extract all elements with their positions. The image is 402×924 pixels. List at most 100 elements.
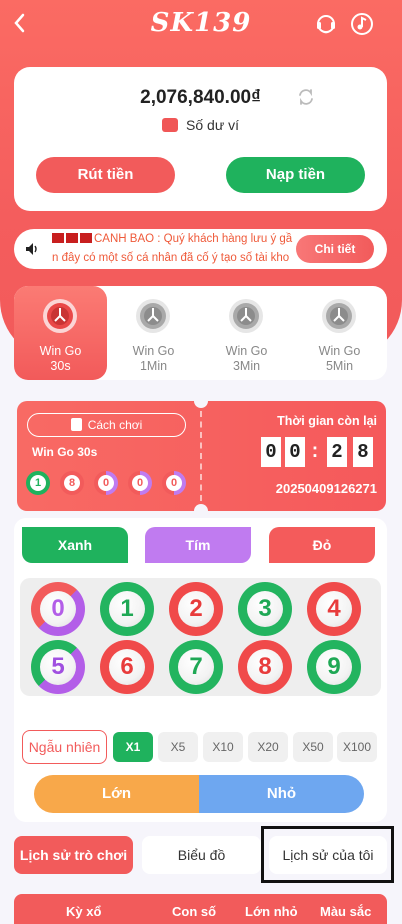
notice-detail-button[interactable]: Chi tiết: [296, 235, 374, 263]
customer-service-icon[interactable]: [314, 12, 338, 36]
book-icon: [70, 418, 82, 431]
multiplier-x1[interactable]: X1: [113, 732, 153, 762]
column-big-small: Lớn nhỏ: [245, 904, 298, 919]
mode-sublabel: 5Min: [325, 359, 354, 373]
wallet-label-text: Số dư ví: [186, 117, 239, 133]
clock-icon: [135, 298, 171, 334]
notice-line-2: n đây có một số cá nhân đã cố ý tạo số t…: [52, 252, 290, 264]
flag-icon: [52, 233, 64, 243]
bet-panel: Xanh Tím Đỏ 0 1 2 3 4 5 6 7 8 9 Ngẫu nhi…: [14, 518, 387, 822]
ticket-notch-top: [194, 394, 208, 408]
game-name: Win Go 30s: [32, 445, 98, 459]
bet-violet-button[interactable]: Tím: [145, 527, 251, 563]
mode-sublabel: 3Min: [232, 359, 261, 373]
clock-icon: [42, 298, 78, 334]
bet-small-button[interactable]: Nhỏ: [199, 775, 364, 813]
number-ball-8[interactable]: 8: [238, 640, 292, 694]
clock-icon: [321, 298, 357, 334]
tab-chart[interactable]: Biểu đồ: [142, 836, 261, 874]
deposit-button[interactable]: Nạp tiền: [226, 157, 365, 193]
music-icon[interactable]: [350, 12, 374, 36]
multiplier-x50[interactable]: X50: [293, 732, 333, 762]
column-color: Màu sắc: [320, 904, 372, 919]
number-label: 1: [120, 595, 134, 622]
wallet-icon: [162, 118, 179, 132]
number-label: 4: [327, 595, 341, 622]
notice-line-1: CANH BAO : Quý khách hàng lưu ý gầ: [94, 233, 293, 245]
mode-label: Win Go: [39, 344, 82, 358]
how-to-play-button[interactable]: Cách chơi: [27, 413, 186, 437]
number-label: 0: [51, 595, 65, 622]
result-ball: 1: [26, 471, 50, 495]
notice-bar: CANH BAO : Quý khách hàng lưu ý gầ n đây…: [14, 229, 387, 269]
number-ball-6[interactable]: 6: [100, 640, 154, 694]
mode-label: Win Go: [225, 344, 268, 358]
mode-tab-3min[interactable]: Win Go 3Min: [200, 286, 293, 380]
period-id: 20250409126271: [275, 481, 377, 496]
number-ball-5[interactable]: 5: [31, 640, 85, 694]
result-number: 0: [98, 475, 114, 491]
multiplier-x100[interactable]: X100: [337, 732, 377, 762]
number-ball-1[interactable]: 1: [100, 582, 154, 636]
mode-label: Win Go: [132, 344, 175, 358]
result-ball: 0: [94, 471, 118, 495]
multiplier-x20[interactable]: X20: [248, 732, 288, 762]
wallet-label: Số dư ví: [14, 117, 387, 133]
refresh-icon[interactable]: [296, 87, 316, 107]
app-logo: SK139: [150, 8, 252, 38]
result-number: 1: [30, 475, 46, 491]
game-ticket: Cách chơi Win Go 30s 1 8 0 0 0 Thời gian…: [17, 394, 386, 518]
number-ball-9[interactable]: 9: [307, 640, 361, 694]
result-number: 0: [132, 475, 148, 491]
number-ball-0[interactable]: 0: [31, 582, 85, 636]
timer-digit: 0: [261, 437, 281, 467]
clock-icon: [228, 298, 264, 334]
mode-tab-5min[interactable]: Win Go 5Min: [293, 286, 386, 380]
tab-highlight-box: [261, 826, 394, 883]
result-ball: 8: [60, 471, 84, 495]
top-bar: SK139: [0, 0, 402, 48]
flag-icon: [66, 233, 78, 243]
bet-red-button[interactable]: Đỏ: [269, 527, 375, 563]
history-table-header: Kỳ xổ Con số Lớn nhỏ Màu sắc: [14, 894, 387, 924]
number-label: 9: [327, 653, 341, 680]
result-ball: 0: [162, 471, 186, 495]
number-label: 8: [258, 653, 272, 680]
mode-tab-1min[interactable]: Win Go 1Min: [107, 286, 200, 380]
number-ball-4[interactable]: 4: [307, 582, 361, 636]
ticket-divider: [200, 411, 202, 501]
mode-sublabel: 1Min: [139, 359, 168, 373]
number-grid: 0 1 2 3 4 5 6 7 8 9: [20, 578, 381, 696]
wallet-balance: 2,076,840.00₫: [140, 87, 261, 108]
history-tabs: Lịch sử trò chơi Biểu đồ Lịch sử của tôi: [0, 826, 402, 884]
big-small-selector: Lớn Nhỏ: [34, 775, 364, 813]
bet-big-button[interactable]: Lớn: [34, 775, 199, 813]
random-button[interactable]: Ngẫu nhiên: [22, 730, 107, 764]
number-ball-2[interactable]: 2: [169, 582, 223, 636]
number-ball-7[interactable]: 7: [169, 640, 223, 694]
withdraw-button[interactable]: Rút tiền: [36, 157, 175, 193]
multiplier-x5[interactable]: X5: [158, 732, 198, 762]
timer-digit: 2: [327, 437, 347, 467]
recent-results: 1 8 0 0 0: [26, 471, 186, 497]
flag-icon: [80, 233, 92, 243]
mode-tab-30s[interactable]: Win Go 30s: [14, 286, 107, 380]
notice-text: CANH BAO : Quý khách hàng lưu ý gầ n đây…: [52, 230, 314, 268]
timer-digit: 8: [353, 437, 373, 467]
number-label: 3: [258, 595, 272, 622]
number-ball-3[interactable]: 3: [238, 582, 292, 636]
wallet-card: 2,076,840.00₫ Số dư ví Rút tiền Nạp tiền: [14, 67, 387, 211]
mode-sublabel: 30s: [50, 359, 71, 373]
number-label: 6: [120, 653, 134, 680]
bet-green-button[interactable]: Xanh: [22, 527, 128, 563]
number-label: 5: [51, 653, 65, 680]
number-label: 7: [189, 653, 203, 680]
number-label: 2: [189, 595, 203, 622]
multiplier-x10[interactable]: X10: [203, 732, 243, 762]
timer-digit: 0: [285, 437, 305, 467]
time-remaining-label: Thời gian còn lại: [277, 414, 377, 428]
countdown-timer: 0 0 : 2 8: [261, 437, 377, 467]
timer-separator: :: [309, 441, 321, 463]
ticket-notch-bottom: [194, 504, 208, 518]
tab-game-history[interactable]: Lịch sử trò chơi: [14, 836, 133, 874]
